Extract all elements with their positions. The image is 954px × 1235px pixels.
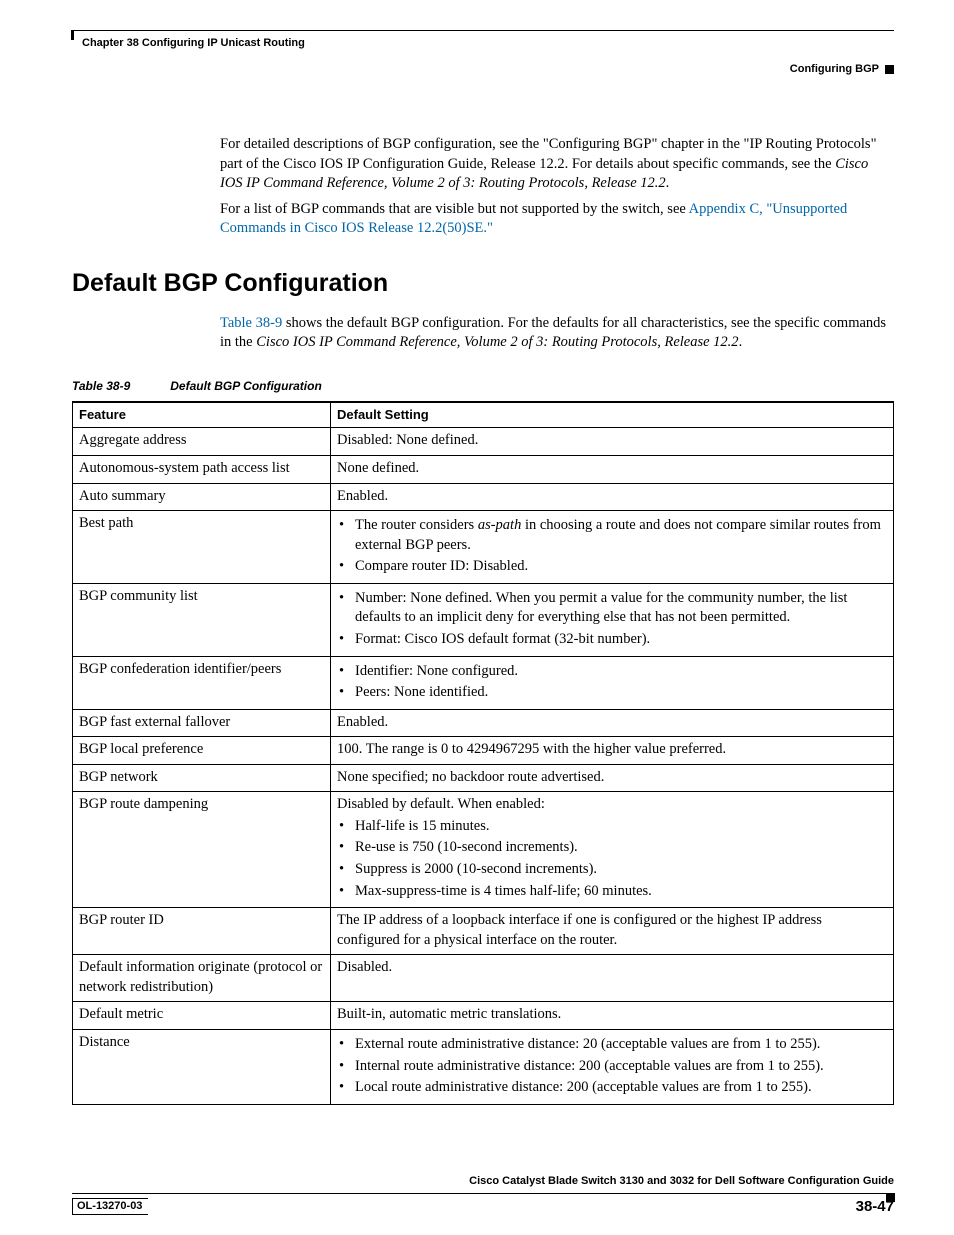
- cell: Best path: [73, 511, 331, 584]
- col-feature: Feature: [73, 402, 331, 428]
- list-item: Compare router ID: Disabled.: [337, 557, 887, 577]
- cell: Disabled by default. When enabled: Half-…: [331, 792, 894, 908]
- table-row: BGP route dampening Disabled by default.…: [73, 792, 894, 908]
- cell: Aggregate address: [73, 428, 331, 456]
- cell: None specified; no backdoor route advert…: [331, 764, 894, 792]
- cell: Autonomous-system path access list: [73, 456, 331, 484]
- table-ref-link[interactable]: Table 38-9: [220, 315, 282, 331]
- italic-term: as-path: [478, 517, 522, 533]
- col-setting: Default Setting: [331, 402, 894, 428]
- cell: None defined.: [331, 456, 894, 484]
- table-row: BGP networkNone specified; no backdoor r…: [73, 764, 894, 792]
- footer-doc-id: OL-13270-03: [72, 1198, 148, 1215]
- cell: Built-in, automatic metric translations.: [331, 1002, 894, 1030]
- cell: Distance: [73, 1029, 331, 1104]
- list-item: Re-use is 750 (10-second increments).: [337, 838, 887, 858]
- list-item: Format: Cisco IOS default format (32-bit…: [337, 630, 887, 650]
- table-row: Auto summaryEnabled.: [73, 483, 894, 511]
- section-title: Configuring BGP: [790, 63, 879, 75]
- list-item: Identifier: None configured.: [337, 662, 887, 682]
- cell: BGP local preference: [73, 737, 331, 765]
- list-item: Peers: None identified.: [337, 683, 887, 703]
- table-row: Best path The router considers as-path i…: [73, 511, 894, 584]
- cell: Identifier: None configured. Peers: None…: [331, 656, 894, 709]
- list-item: Half-life is 15 minutes.: [337, 817, 887, 837]
- table-number: Table 38-9: [72, 379, 130, 393]
- list-item: Number: None defined. When you permit a …: [337, 589, 887, 628]
- table-row: Default information originate (protocol …: [73, 955, 894, 1002]
- list-item: External route administrative distance: …: [337, 1035, 887, 1055]
- text: For detailed descriptions of BGP configu…: [220, 136, 877, 172]
- cell: Default metric: [73, 1002, 331, 1030]
- header-rule: [72, 30, 894, 31]
- section-header: Configuring BGP: [72, 63, 894, 75]
- header-marker-icon: [885, 65, 894, 74]
- section-heading: Default BGP Configuration: [72, 269, 894, 298]
- text: .: [666, 175, 670, 191]
- cell: Disabled.: [331, 955, 894, 1002]
- table-row: BGP router IDThe IP address of a loopbac…: [73, 908, 894, 955]
- table-row: BGP fast external falloverEnabled.: [73, 709, 894, 737]
- cell: BGP confederation identifier/peers: [73, 656, 331, 709]
- cell: BGP network: [73, 764, 331, 792]
- table-row: Default metricBuilt-in, automatic metric…: [73, 1002, 894, 1030]
- table-row: Autonomous-system path access listNone d…: [73, 456, 894, 484]
- text: The router considers: [355, 517, 478, 533]
- bgp-config-table: Feature Default Setting Aggregate addres…: [72, 401, 894, 1105]
- cell: Auto summary: [73, 483, 331, 511]
- list-item: The router considers as-path in choosing…: [337, 516, 887, 555]
- cell: Number: None defined. When you permit a …: [331, 583, 894, 656]
- chapter-header: Chapter 38 Configuring IP Unicast Routin…: [82, 37, 894, 49]
- page-footer: Cisco Catalyst Blade Switch 3130 and 303…: [72, 1175, 894, 1215]
- doc-ref-italic: Cisco IOS IP Command Reference, Volume 2…: [256, 334, 738, 350]
- cell: The router considers as-path in choosing…: [331, 511, 894, 584]
- cell: Default information originate (protocol …: [73, 955, 331, 1002]
- cell: BGP route dampening: [73, 792, 331, 908]
- table-row: BGP local preference100. The range is 0 …: [73, 737, 894, 765]
- list-item: Suppress is 2000 (10-second increments).: [337, 860, 887, 880]
- list-item: Max-suppress-time is 4 times half-life; …: [337, 882, 887, 902]
- cell: BGP router ID: [73, 908, 331, 955]
- text: .: [739, 334, 743, 350]
- footer-rule: [72, 1193, 894, 1194]
- cell: The IP address of a loopback interface i…: [331, 908, 894, 955]
- cell: 100. The range is 0 to 4294967295 with t…: [331, 737, 894, 765]
- cell: Disabled: None defined.: [331, 428, 894, 456]
- lead-paragraph: Table 38-9 shows the default BGP configu…: [220, 314, 894, 353]
- intro-paragraph-1: For detailed descriptions of BGP configu…: [220, 135, 894, 194]
- cell: Enabled.: [331, 709, 894, 737]
- table-row: BGP community list Number: None defined.…: [73, 583, 894, 656]
- table-row: Aggregate addressDisabled: None defined.: [73, 428, 894, 456]
- text: For a list of BGP commands that are visi…: [220, 201, 689, 217]
- intro-paragraph-2: For a list of BGP commands that are visi…: [220, 200, 894, 239]
- cell: BGP fast external fallover: [73, 709, 331, 737]
- table-row: Distance External route administrative d…: [73, 1029, 894, 1104]
- table-caption: Table 38-9 Default BGP Configuration: [72, 379, 894, 393]
- cell: External route administrative distance: …: [331, 1029, 894, 1104]
- footer-book-title: Cisco Catalyst Blade Switch 3130 and 303…: [72, 1175, 894, 1187]
- list-item: Internal route administrative distance: …: [337, 1057, 887, 1077]
- text: Disabled by default. When enabled:: [337, 795, 887, 815]
- table-row: BGP confederation identifier/peers Ident…: [73, 656, 894, 709]
- list-item: Local route administrative distance: 200…: [337, 1078, 887, 1098]
- cell: BGP community list: [73, 583, 331, 656]
- cell: Enabled.: [331, 483, 894, 511]
- table-header-row: Feature Default Setting: [73, 402, 894, 428]
- table-title: Default BGP Configuration: [170, 379, 322, 393]
